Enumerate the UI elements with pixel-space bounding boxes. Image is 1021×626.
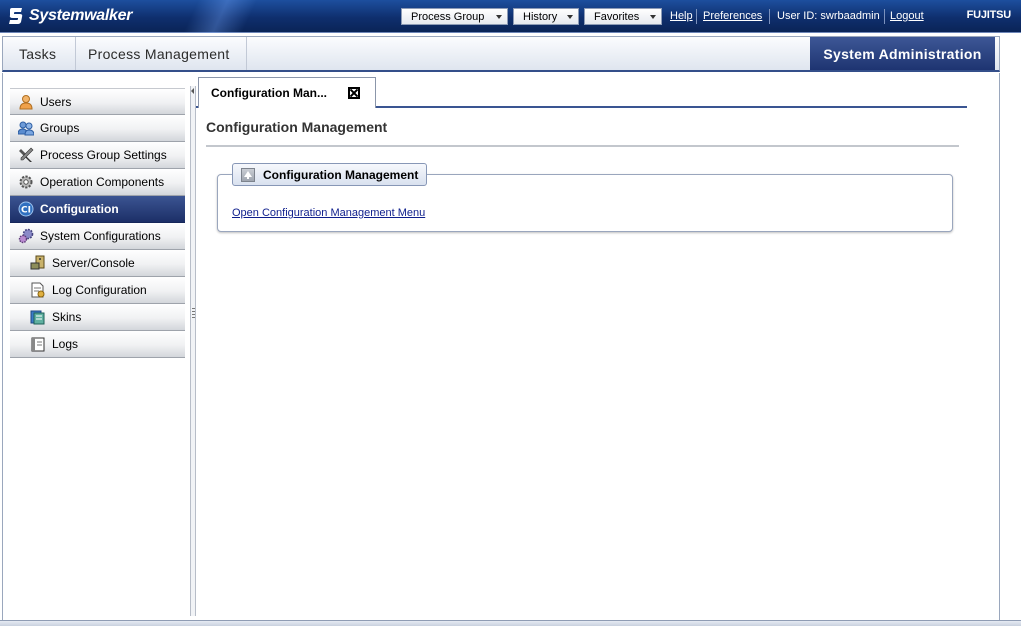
top-banner: Systemwalker Process Group History Favor… — [0, 0, 1021, 33]
help-link[interactable]: Help — [670, 10, 693, 22]
sidebar-item-label: Logs — [52, 337, 79, 351]
history-dropdown-label: History — [523, 10, 558, 23]
divider — [696, 9, 697, 24]
tab-system-administration-label: System Administration — [823, 45, 982, 62]
sidebar-item-label: Server/Console — [52, 256, 135, 270]
logout-link[interactable]: Logout — [890, 10, 924, 22]
tab-system-administration[interactable]: System Administration — [810, 37, 995, 70]
sidebar-item-configuration[interactable]: CI Configuration — [10, 196, 185, 223]
collapse-up-icon[interactable] — [241, 167, 255, 182]
doc-tab-configuration[interactable]: Configuration Man... — [198, 77, 376, 108]
system-config-icon — [18, 228, 34, 244]
fujitsu-logo: FUJITSU — [966, 9, 1012, 21]
sidebar-item-process-group-settings[interactable]: Process Group Settings — [10, 142, 185, 169]
tab-underline — [196, 106, 198, 108]
tools-icon — [18, 147, 34, 163]
sidebar-item-users[interactable]: Users — [10, 88, 185, 115]
divider — [769, 9, 770, 24]
systemwalker-logo: Systemwalker — [8, 6, 132, 26]
gear-icon — [18, 174, 34, 190]
tab-underline — [376, 106, 967, 108]
main-tab-strip: Tasks Process Management System Administ… — [2, 36, 1000, 72]
sidebar-item-groups[interactable]: Groups — [10, 115, 185, 142]
sidebar-nav: Users Groups Process Group Settings Oper… — [10, 88, 185, 358]
sidebar-item-label: System Configurations — [40, 229, 161, 243]
log-config-icon — [30, 282, 46, 298]
preferences-link[interactable]: Preferences — [703, 10, 762, 22]
sidebar-item-label: Configuration — [40, 202, 119, 216]
doc-tab-label: Configuration Man... — [211, 86, 327, 100]
caret-down-icon — [567, 15, 573, 19]
status-bar — [0, 620, 1021, 626]
groups-icon — [17, 120, 35, 136]
favorites-dropdown-label: Favorites — [594, 10, 640, 23]
sidebar-item-label: Log Configuration — [52, 283, 147, 297]
server-console-icon — [30, 255, 46, 271]
svg-text:CI: CI — [21, 206, 31, 216]
history-dropdown[interactable]: History — [513, 8, 579, 25]
sidebar-item-label: Operation Components — [40, 175, 165, 189]
skins-icon — [30, 309, 46, 325]
tab-tasks-label: Tasks — [19, 45, 57, 62]
user-id-text: User ID: swrbaadmin — [777, 10, 880, 22]
sidebar-item-server-console[interactable]: Server/Console — [10, 250, 185, 277]
window-gutter — [1000, 36, 1021, 626]
logs-icon — [30, 336, 46, 352]
group-box-title: Configuration Management — [263, 167, 419, 182]
page-title: Configuration Management — [206, 119, 388, 135]
drag-grip-icon[interactable] — [192, 308, 195, 320]
brand-name: Systemwalker — [29, 7, 133, 24]
sidebar-item-label: Groups — [40, 121, 80, 135]
sidebar-item-logs[interactable]: Logs — [10, 331, 185, 358]
user-icon — [18, 94, 34, 110]
sidebar-item-skins[interactable]: Skins — [10, 304, 185, 331]
tab-process-management-label: Process Management — [88, 45, 230, 62]
process-group-dropdown-label: Process Group — [411, 10, 485, 23]
systemwalker-logo-icon — [8, 7, 26, 25]
sidebar-item-label: Users — [40, 94, 72, 109]
banner-swoosh-decoration — [140, 0, 320, 33]
group-box-header[interactable]: Configuration Management — [232, 163, 428, 186]
close-icon[interactable] — [348, 87, 360, 99]
caret-down-icon — [496, 15, 502, 19]
tab-process-management[interactable]: Process Management — [76, 37, 247, 70]
divider — [206, 145, 959, 147]
collapse-arrow-icon[interactable] — [191, 88, 194, 94]
sidebar-item-log-configuration[interactable]: Log Configuration — [10, 277, 185, 304]
sidebar-item-system-configurations[interactable]: System Configurations — [10, 223, 185, 250]
process-group-dropdown[interactable]: Process Group — [401, 8, 508, 25]
caret-down-icon — [650, 15, 656, 19]
sidebar-item-label: Process Group Settings — [40, 148, 167, 162]
open-configuration-menu-link[interactable]: Open Configuration Management Menu — [232, 207, 425, 219]
tab-tasks[interactable]: Tasks — [7, 37, 76, 70]
favorites-dropdown[interactable]: Favorites — [584, 8, 662, 25]
sidebar-splitter[interactable] — [190, 86, 196, 616]
ci-icon: CI — [18, 201, 34, 217]
divider — [884, 9, 885, 24]
sidebar-item-operation-components[interactable]: Operation Components — [10, 169, 185, 196]
sidebar-item-label: Skins — [52, 310, 82, 324]
